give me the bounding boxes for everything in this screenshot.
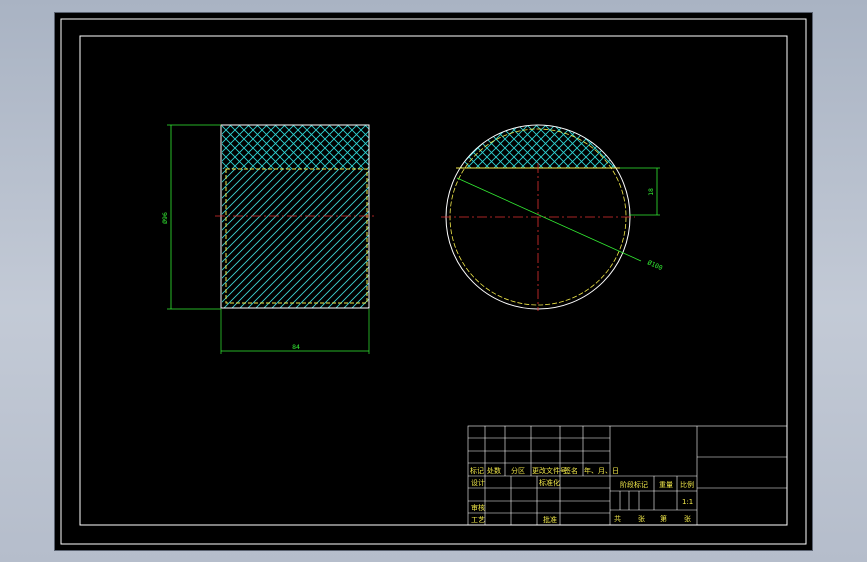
height-dim-text: Ø96 xyxy=(161,212,169,224)
process-label: 工艺 xyxy=(471,516,485,524)
diameter-leader xyxy=(456,177,642,262)
drawing-viewport[interactable]: Ø96 84 Ø100 18 标记 处数 分区 更改文件号 签名 年、月、日 设… xyxy=(55,13,812,550)
width-dim-text: 84 xyxy=(292,343,300,351)
title-block xyxy=(467,425,788,526)
cad-drawing: Ø96 84 Ø100 18 标记 处数 分区 更改文件号 签名 年、月、日 设… xyxy=(60,18,807,545)
sheet-no-label: 第 xyxy=(660,514,667,523)
rev-header-3: 更改文件号 xyxy=(532,466,567,475)
approve-label: 批准 xyxy=(543,515,557,524)
rev-header-4: 签名 xyxy=(564,466,578,475)
flat-dim-text: 18 xyxy=(647,188,655,196)
title-block-text: 标记 处数 分区 更改文件号 签名 年、月、日 设计 标准化 审核 工艺 批准 … xyxy=(470,466,694,524)
outer-frame xyxy=(60,18,807,545)
sheet-no-unit: 张 xyxy=(684,514,691,523)
front-view: Ø96 84 xyxy=(161,124,377,354)
sheets-total-unit: 张 xyxy=(638,514,645,523)
rev-header-2: 分区 xyxy=(511,466,525,475)
stage-mark-label: 阶段标记 xyxy=(620,480,648,489)
front-cross-hatch xyxy=(222,125,369,169)
design-label: 设计 xyxy=(471,478,485,487)
inner-frame xyxy=(79,35,788,526)
rev-header-1: 处数 xyxy=(487,466,501,475)
review-label: 审核 xyxy=(471,503,485,512)
rev-header-0: 标记 xyxy=(470,466,484,475)
weight-label: 重量 xyxy=(659,481,673,489)
rev-header-5: 年、月、日 xyxy=(584,466,619,475)
scale-label: 比例 xyxy=(680,480,694,489)
front-diag-hatch xyxy=(222,169,369,308)
sheets-total-label: 共 xyxy=(614,514,621,523)
diameter-dim-text: Ø100 xyxy=(646,259,664,273)
side-view: Ø100 18 xyxy=(441,124,664,311)
scale-value: 1:1 xyxy=(682,498,693,506)
standardize-label: 标准化 xyxy=(539,478,560,487)
side-cross-hatch xyxy=(446,125,630,168)
